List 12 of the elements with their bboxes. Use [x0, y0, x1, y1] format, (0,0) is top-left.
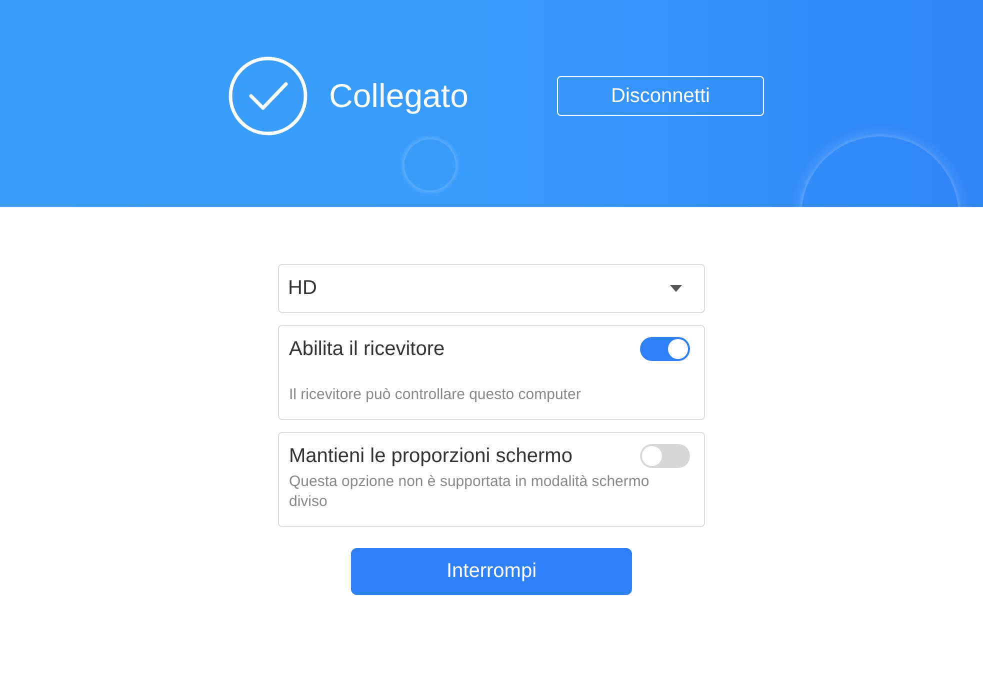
check-circle-icon	[228, 56, 308, 136]
disconnect-button[interactable]: Disconnetti	[557, 76, 764, 116]
option-description: Il ricevitore può controllare questo computer	[289, 385, 582, 405]
option-description: Questa opzione non è supportata in modalità schermo diviso	[289, 472, 650, 512]
stop-button[interactable]: Interrompi	[351, 548, 632, 595]
caret-icon	[670, 285, 682, 292]
quality-dropdown[interactable]: HD	[278, 264, 705, 313]
toggle-switch[interactable]	[640, 337, 690, 361]
option-title: Mantieni le proporzioni schermo	[289, 444, 572, 468]
option-title: Abilita il ricevitore	[289, 338, 445, 360]
connection-status: Collegato	[329, 77, 470, 115]
toggle-switch[interactable]	[640, 444, 690, 468]
